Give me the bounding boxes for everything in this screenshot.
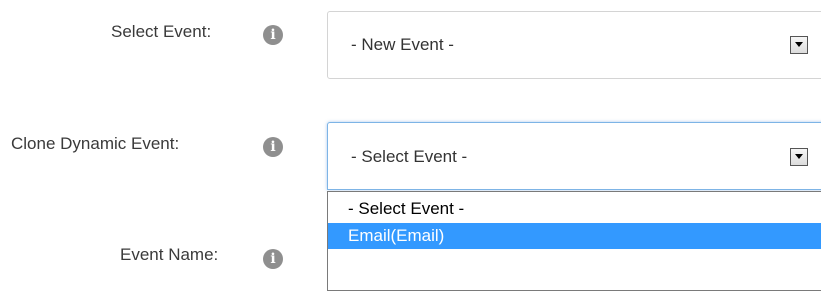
dropdown-option[interactable]: - Select Event - — [328, 198, 821, 220]
info-icon[interactable]: i — [263, 25, 283, 45]
clone-dynamic-event-options[interactable]: - Select Event - Email(Email) — [327, 191, 821, 291]
select-event-value: - New Event - — [351, 35, 454, 54]
clone-dynamic-event-label: Clone Dynamic Event: — [11, 134, 180, 153]
info-icon[interactable]: i — [263, 249, 283, 269]
clone-dynamic-event-value: - Select Event - — [351, 147, 468, 166]
select-event-dropdown[interactable]: - New Event - — [327, 11, 821, 79]
event-name-label: Event Name: — [120, 245, 219, 264]
chevron-down-icon[interactable] — [790, 36, 808, 54]
select-event-label: Select Event: — [111, 22, 212, 41]
clone-dynamic-event-dropdown[interactable]: - Select Event - — [327, 122, 821, 190]
info-icon[interactable]: i — [263, 137, 283, 157]
dropdown-option-selected[interactable]: Email(Email) — [328, 223, 821, 249]
chevron-down-icon[interactable] — [790, 148, 808, 166]
